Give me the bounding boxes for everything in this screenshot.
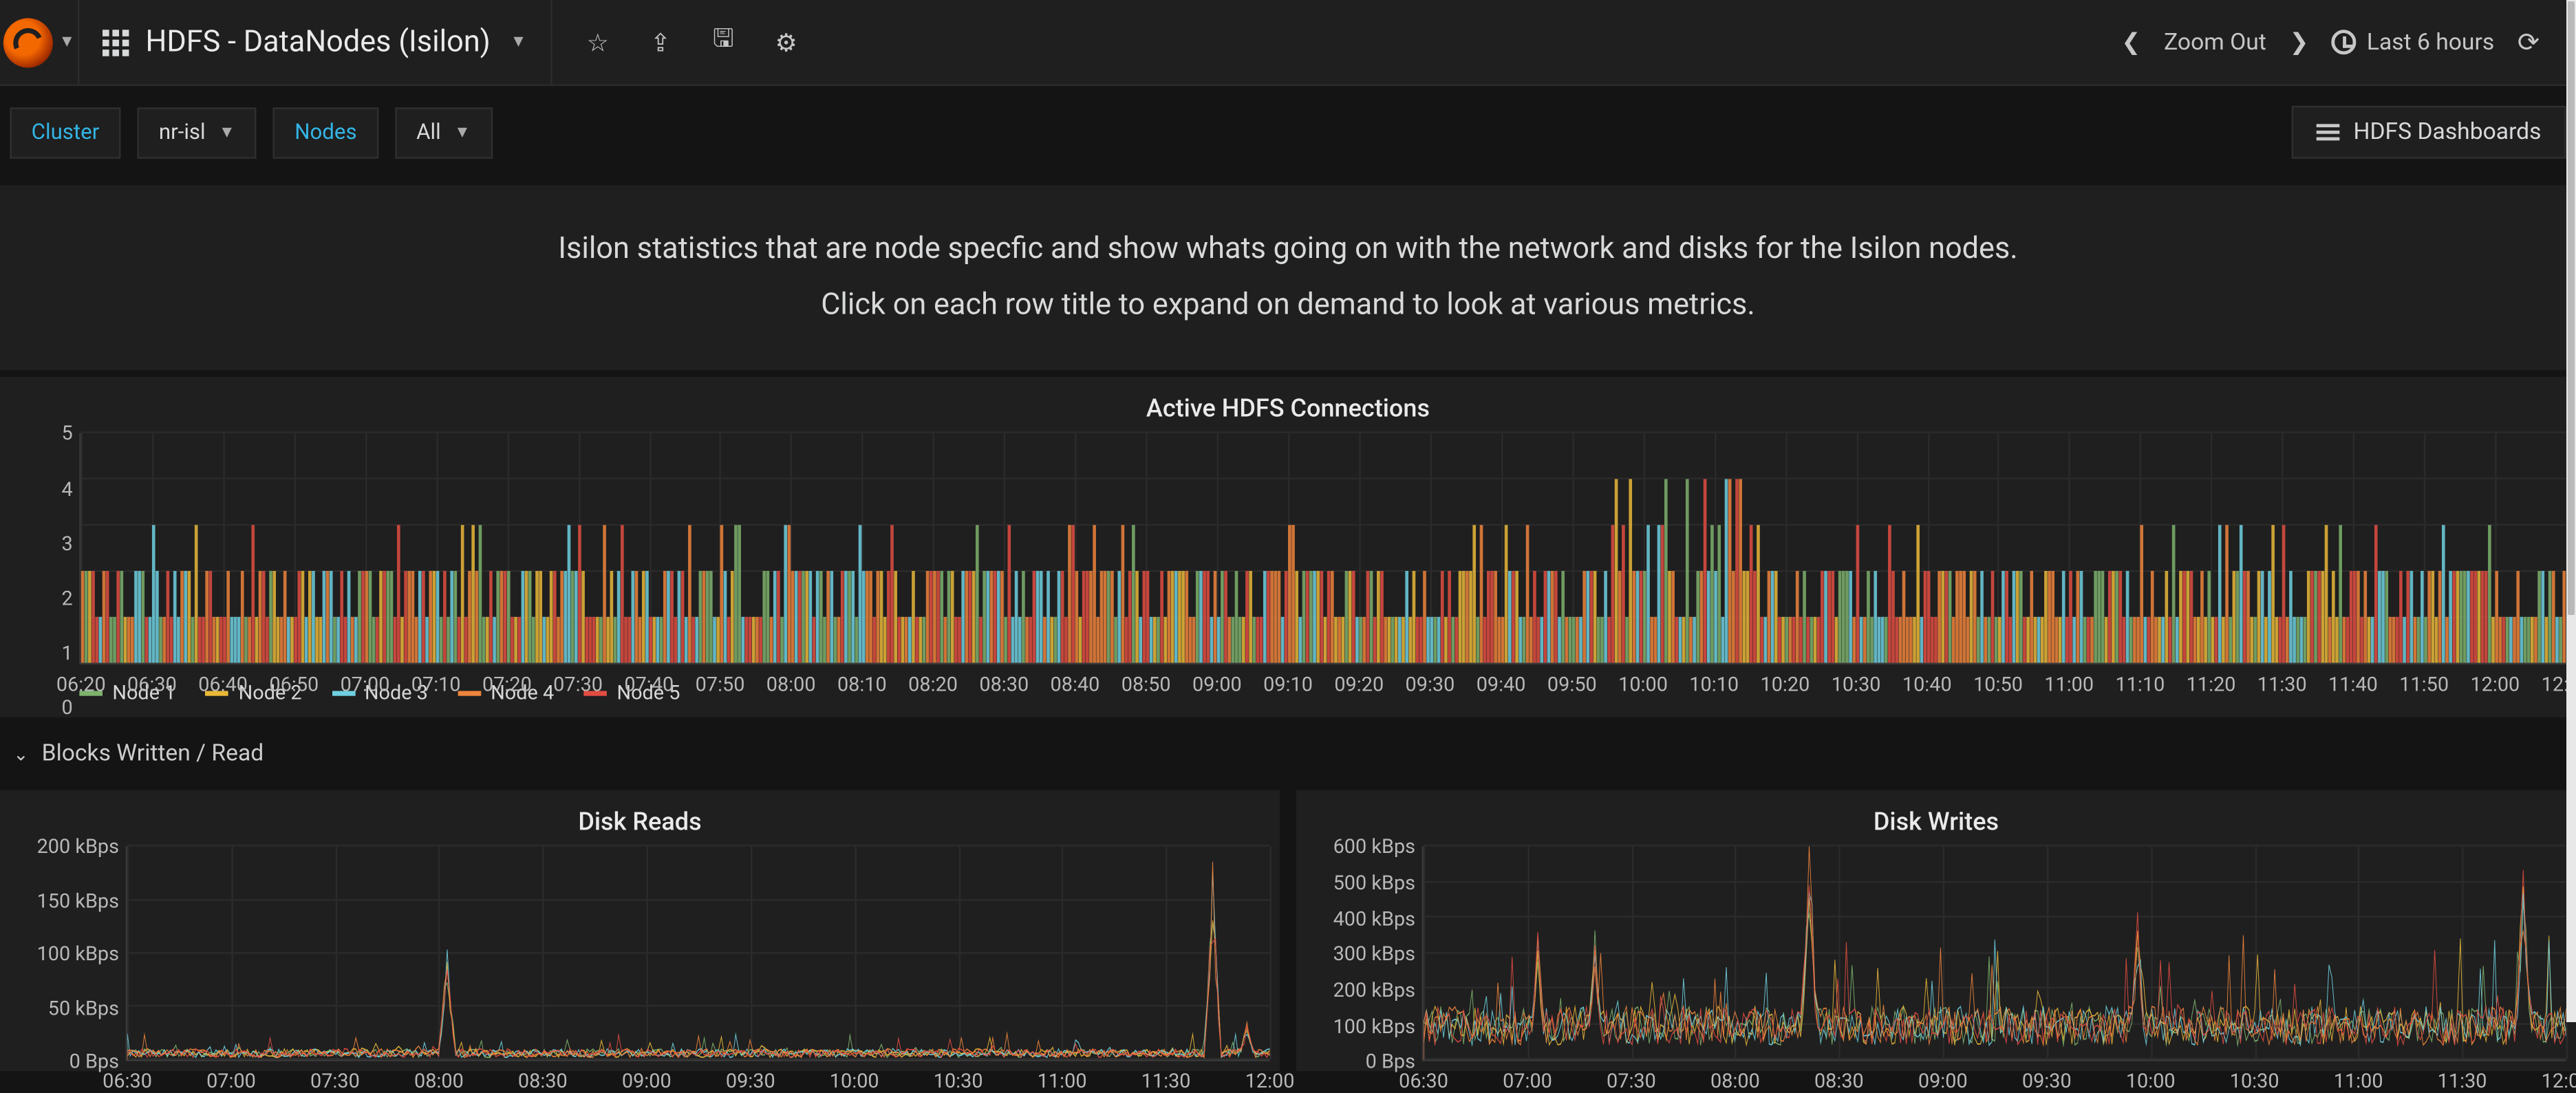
row-blocks: Disk Reads 06:3007:0007:3008:0008:3009:0… xyxy=(0,784,2576,1079)
row-toggle-blocks[interactable]: ⌄ Blocks Written / Read xyxy=(0,724,2576,784)
row-title: Blocks Written / Read xyxy=(42,741,264,767)
scrollbar[interactable] xyxy=(2566,0,2576,1022)
chevron-down-icon: ▼ xyxy=(511,33,527,51)
top-nav: ▼ HDFS - DataNodes (Isilon) ▼ ☆ ⇪ 🖫 ⚙ ❮ … xyxy=(0,0,2576,86)
var-nodes-select[interactable]: All ▼ xyxy=(395,107,492,158)
panel-title: Active HDFS Connections xyxy=(10,387,2566,433)
variables-bar: Cluster nr-isl ▼ Nodes All ▼ HDFS Dashbo… xyxy=(0,86,2576,179)
chevron-down-icon: ▼ xyxy=(219,123,235,141)
grafana-logo-icon xyxy=(3,17,52,67)
chevron-down-icon: ⌄ xyxy=(13,744,28,765)
logo-menu[interactable]: ▼ xyxy=(0,0,79,85)
dashboard-grid-icon xyxy=(103,29,129,55)
panel-active-connections: Active HDFS Connections 06:2006:3006:400… xyxy=(0,378,2576,718)
description-line2: Click on each row title to expand on dem… xyxy=(17,278,2559,334)
var-nodes-label[interactable]: Nodes xyxy=(273,107,378,158)
panel-title: Disk Writes xyxy=(1306,801,2566,847)
panel-disk-writes: Disk Writes 06:3007:0007:3008:0008:3009:… xyxy=(1296,791,2576,1072)
var-cluster-value: nr-isl xyxy=(159,120,206,144)
star-icon[interactable]: ☆ xyxy=(585,29,611,55)
chevron-down-icon: ▼ xyxy=(58,33,75,51)
chart-active-connections[interactable]: 06:2006:3006:4006:5007:0007:1007:2007:30… xyxy=(10,434,2566,708)
dashboards-menu-label: HDFS Dashboards xyxy=(2353,119,2541,145)
panel-disk-reads: Disk Reads 06:3007:0007:3008:0008:3009:0… xyxy=(0,791,1280,1072)
time-forward-button[interactable]: ❯ xyxy=(2290,29,2309,55)
description-panel: Isilon statistics that are node specfic … xyxy=(0,185,2576,371)
chart-disk-reads[interactable]: 06:3007:0007:3008:0008:3009:0009:3010:00… xyxy=(10,847,1269,1061)
refresh-button[interactable]: ⟳ xyxy=(2518,26,2540,58)
description-line1: Isilon statistics that are node specfic … xyxy=(17,221,2559,278)
time-range-picker[interactable]: Last 6 hours xyxy=(2332,29,2494,55)
dashboard-title: HDFS - DataNodes (Isilon) xyxy=(145,25,490,59)
dashboards-menu-button[interactable]: HDFS Dashboards xyxy=(2293,106,2566,159)
time-back-button[interactable]: ❮ xyxy=(2121,29,2140,55)
dashboard-picker[interactable]: HDFS - DataNodes (Isilon) ▼ xyxy=(79,0,551,85)
var-cluster-label[interactable]: Cluster xyxy=(10,107,120,158)
share-icon[interactable]: ⇪ xyxy=(647,29,674,55)
var-nodes-value: All xyxy=(416,120,441,144)
toolbar: ☆ ⇪ 🖫 ⚙ xyxy=(551,0,833,85)
time-controls: ❮ Zoom Out ❯ Last 6 hours ⟳ xyxy=(2085,26,2576,58)
chevron-down-icon: ▼ xyxy=(454,123,471,141)
menu-icon xyxy=(2317,120,2341,144)
clock-icon xyxy=(2332,30,2357,54)
save-icon[interactable]: 🖫 xyxy=(710,29,736,55)
gear-icon[interactable]: ⚙ xyxy=(773,29,799,55)
time-range-label: Last 6 hours xyxy=(2367,29,2494,55)
panel-title: Disk Reads xyxy=(10,801,1269,847)
chart-disk-writes[interactable]: 06:3007:0007:3008:0008:3009:0009:3010:00… xyxy=(1306,847,2566,1061)
zoom-out-button[interactable]: Zoom Out xyxy=(2164,29,2266,55)
var-cluster-select[interactable]: nr-isl ▼ xyxy=(138,107,257,158)
